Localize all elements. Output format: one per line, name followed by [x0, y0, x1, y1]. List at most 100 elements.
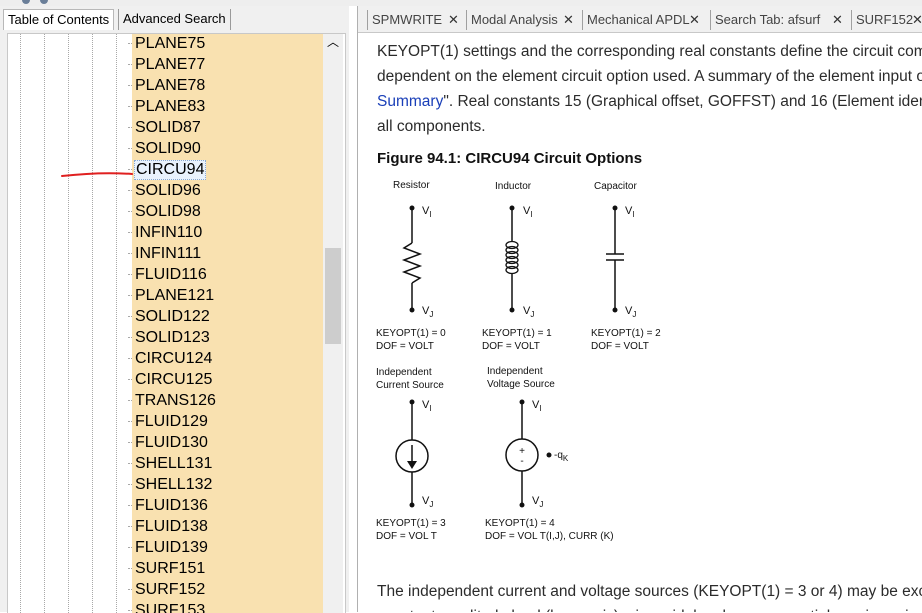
- summary-link[interactable]: Summary: [377, 93, 443, 110]
- tab-label: Search Tab: afsurf: [715, 12, 821, 27]
- tree-connector: [128, 43, 132, 44]
- inductor-label: Inductor: [495, 181, 532, 192]
- tree-item-label: TRANS126: [135, 392, 216, 409]
- tree-item[interactable]: SOLID122: [128, 306, 323, 327]
- figure-title: Figure 94.1: CIRCU94 Circuit Options: [377, 150, 643, 167]
- toolbar-icon[interactable]: [22, 0, 30, 4]
- toolbar-icon[interactable]: [40, 0, 48, 4]
- tree-item[interactable]: SOLID87: [128, 117, 323, 138]
- tree-item[interactable]: SOLID96: [128, 180, 323, 201]
- tree-item-label: PLANE121: [135, 287, 215, 304]
- tree-item[interactable]: PLANE77: [128, 54, 323, 75]
- voltage-source-keyopt: KEYOPT(1) = 4: [485, 518, 555, 529]
- tree-item-label: SOLID96: [135, 182, 201, 199]
- tree-item[interactable]: CIRCU94: [128, 159, 323, 180]
- scroll-up-icon[interactable]: ︿: [323, 34, 343, 50]
- tree-connector: [128, 316, 132, 317]
- tree-item[interactable]: FLUID116: [128, 264, 323, 285]
- tree-item[interactable]: SOLID90: [128, 138, 323, 159]
- tab-advanced-search[interactable]: Advanced Search: [118, 9, 231, 30]
- tree-item[interactable]: SURF151: [128, 558, 323, 579]
- tree-connector: [128, 484, 132, 485]
- tree-item[interactable]: PLANE75: [128, 34, 323, 54]
- voltage-source-label-1: Independent: [487, 366, 543, 377]
- tree-guide-line: [92, 34, 93, 613]
- tree-connector: [128, 148, 132, 149]
- tab-table-of-contents[interactable]: Table of Contents: [3, 9, 115, 30]
- voltage-source-dof: DOF = VOL T(I,J), CURR (K): [485, 531, 614, 542]
- tree-item[interactable]: FLUID130: [128, 432, 323, 453]
- resistor-symbol: [401, 205, 423, 313]
- tree-connector: [128, 400, 132, 401]
- tree-connector: [128, 127, 132, 128]
- close-icon[interactable]: ✕: [912, 10, 922, 30]
- tab-surf152[interactable]: SURF152 ✕: [851, 10, 922, 30]
- tree-item-label: SOLID87: [135, 119, 201, 136]
- tree-item[interactable]: SHELL131: [128, 453, 323, 474]
- tab-spmwrite[interactable]: SPMWRITE ✕: [367, 10, 459, 30]
- tree-item-label: INFIN110: [135, 224, 203, 241]
- tree-item[interactable]: CIRCU124: [128, 348, 323, 369]
- tree-item[interactable]: SHELL132: [128, 474, 323, 495]
- tree-item-label: PLANE77: [135, 56, 206, 73]
- tree-item[interactable]: INFIN110: [128, 222, 323, 243]
- current-source-label-1: Independent: [376, 367, 432, 378]
- tree-item-label: SURF152: [135, 581, 206, 598]
- tree-item-label: SOLID98: [135, 203, 201, 220]
- node-j-label: VJ: [532, 495, 543, 509]
- tab-modal-analysis[interactable]: Modal Analysis ✕: [466, 10, 574, 30]
- tree-guide-line: [44, 34, 45, 613]
- close-icon[interactable]: ✕: [689, 10, 700, 30]
- red-annotation-stroke: [61, 172, 133, 177]
- node-j-label: VJ: [422, 495, 433, 509]
- tree-connector: [128, 190, 132, 191]
- contents-tree[interactable]: PLANE75 PLANE77 PLANE78 PLANE83 SOLID87 SOLID…: [7, 33, 346, 613]
- tree-item-label: CIRCU94: [134, 160, 207, 180]
- tree-item-label: SURF153: [135, 602, 206, 613]
- node-i-label: VI: [422, 399, 432, 413]
- tree-item[interactable]: TRANS126: [128, 390, 323, 411]
- close-icon[interactable]: ✕: [448, 10, 459, 30]
- scroll-thumb[interactable]: [325, 248, 341, 344]
- node-i-label: VI: [422, 205, 432, 219]
- tree-item[interactable]: PLANE121: [128, 285, 323, 306]
- tree-item-label: CIRCU124: [135, 350, 213, 367]
- tree-item-label: SHELL132: [135, 476, 213, 493]
- resistor-label: Resistor: [393, 180, 430, 191]
- document-tab-bar: SPMWRITE ✕ Modal Analysis ✕ Mechanical APD…: [358, 6, 922, 33]
- tab-label: SURF152: [856, 12, 914, 27]
- tree-item[interactable]: SOLID123: [128, 327, 323, 348]
- tab-label: Modal Analysis: [471, 12, 558, 27]
- tree-item[interactable]: CIRCU125: [128, 369, 323, 390]
- document-content[interactable]: KEYOPT(1) settings and the corresponding…: [358, 33, 922, 612]
- tree-item[interactable]: INFIN111: [128, 243, 323, 264]
- close-icon[interactable]: ✕: [563, 10, 574, 30]
- tree-item-label: FLUID138: [135, 518, 208, 535]
- tree-item[interactable]: PLANE83: [128, 96, 323, 117]
- tree-item[interactable]: SURF152: [128, 579, 323, 600]
- current-source-symbol: [395, 399, 429, 508]
- tab-mechanical-apdl[interactable]: Mechanical APDL ✕: [582, 10, 700, 30]
- node-j-label: VJ: [523, 305, 534, 319]
- circuit-options-figure: Resistor VI VJ KEYOPT(1) = 0 DOF = VOLT …: [376, 180, 661, 542]
- paragraph-line: The independent current and voltage sour…: [377, 583, 922, 600]
- tree-item[interactable]: SOLID98: [128, 201, 323, 222]
- tree-scrollbar[interactable]: ︿: [323, 34, 343, 613]
- tree-guide-line: [68, 34, 69, 613]
- tree-item[interactable]: FLUID138: [128, 516, 323, 537]
- tree-item[interactable]: FLUID139: [128, 537, 323, 558]
- paragraph-line: all components.: [377, 118, 486, 135]
- capacitor-dof: DOF = VOLT: [591, 341, 649, 352]
- tree-item[interactable]: SURF153: [128, 600, 323, 613]
- tab-search-afsurf[interactable]: Search Tab: afsurf ✕: [710, 10, 843, 30]
- tree-connector: [128, 526, 132, 527]
- paragraph-line: KEYOPT(1) settings and the corresponding…: [377, 43, 922, 60]
- tree-item[interactable]: PLANE78: [128, 75, 323, 96]
- tree-item-label: FLUID116: [135, 266, 207, 283]
- tree-item[interactable]: FLUID129: [128, 411, 323, 432]
- right-panel: SPMWRITE ✕ Modal Analysis ✕ Mechanical APD…: [357, 6, 922, 612]
- node-i-label: VI: [532, 399, 542, 413]
- close-icon[interactable]: ✕: [832, 10, 843, 30]
- tree-item[interactable]: FLUID136: [128, 495, 323, 516]
- tree-item-label: FLUID136: [135, 497, 208, 514]
